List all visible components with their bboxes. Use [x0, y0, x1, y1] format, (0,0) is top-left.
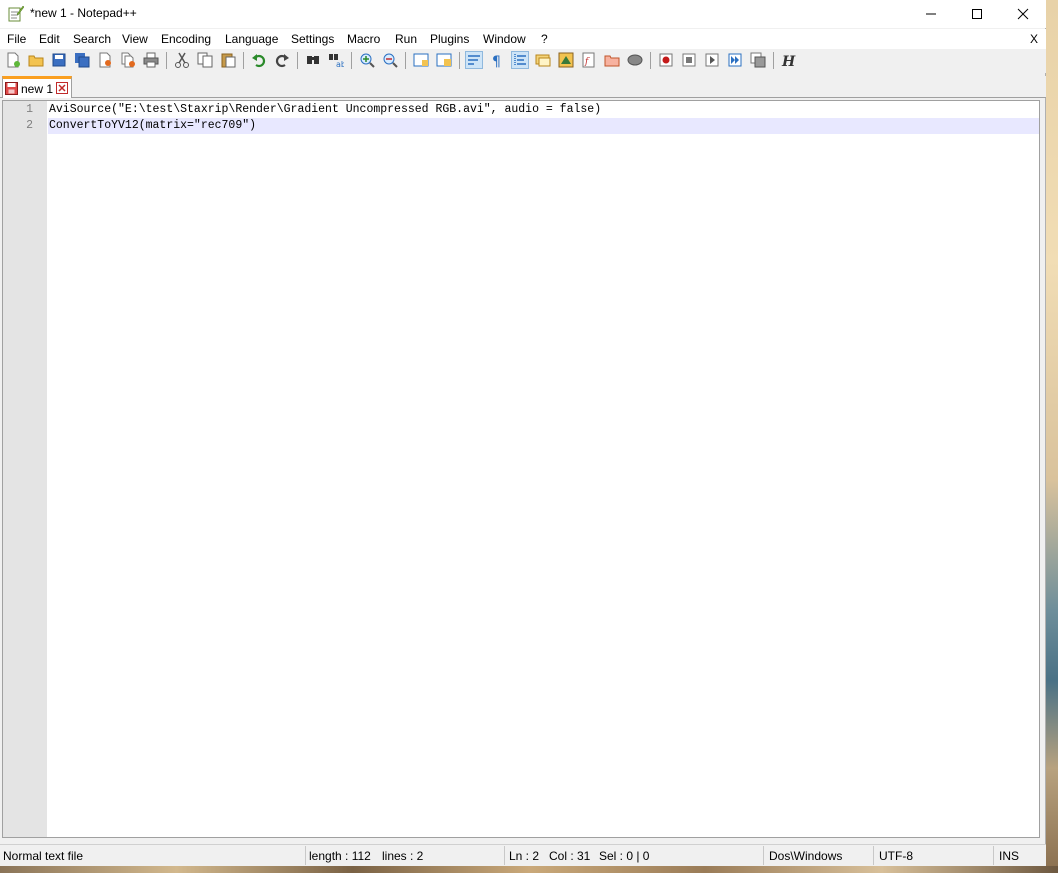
toolbar: ab ¶ f H	[0, 49, 1046, 73]
cut-icon[interactable]	[173, 51, 191, 69]
tab-new-1[interactable]: new 1	[2, 76, 72, 98]
status-divider	[305, 846, 306, 865]
text-editor[interactable]: 1 2 AviSource("E:\test\Staxrip\Render\Gr…	[2, 100, 1040, 838]
menu-help[interactable]: ?	[541, 32, 548, 46]
close-all-icon[interactable]	[119, 51, 137, 69]
replace-icon[interactable]: ab	[327, 51, 345, 69]
svg-text:ab: ab	[336, 60, 344, 68]
paste-icon[interactable]	[219, 51, 237, 69]
status-encoding[interactable]: UTF-8	[879, 849, 913, 863]
monitoring-icon[interactable]	[626, 51, 644, 69]
indent-guide-icon[interactable]	[511, 51, 529, 69]
menu-plugins[interactable]: Plugins	[430, 32, 469, 46]
status-selection: Sel : 0 | 0	[599, 849, 650, 863]
save-all-icon[interactable]	[73, 51, 91, 69]
close-window-button[interactable]	[1000, 0, 1046, 28]
menu-encoding[interactable]: Encoding	[161, 32, 211, 46]
menu-edit[interactable]: Edit	[39, 32, 60, 46]
code-line[interactable]: AviSource("E:\test\Staxrip\Render\Gradie…	[48, 102, 1039, 118]
toolbar-separator	[459, 52, 460, 69]
line-number: 1	[26, 103, 33, 116]
menu-file[interactable]: File	[7, 32, 26, 46]
print-icon[interactable]	[142, 51, 160, 69]
status-divider	[504, 846, 505, 865]
minimize-button[interactable]	[908, 0, 954, 28]
window-title: *new 1 - Notepad++	[30, 6, 137, 20]
menu-window[interactable]: Window	[483, 32, 526, 46]
doc-map-icon[interactable]	[557, 51, 575, 69]
function-list-icon[interactable]: f	[580, 51, 598, 69]
notepadpp-window: *new 1 - Notepad++ File Edit Search View…	[0, 0, 1046, 866]
close-file-icon[interactable]	[96, 51, 114, 69]
tab-label: new 1	[21, 82, 54, 96]
toolbar-separator	[243, 52, 244, 69]
status-column: Col : 31	[549, 849, 591, 863]
unsaved-file-icon	[5, 82, 18, 95]
play-macro-icon[interactable]	[703, 51, 721, 69]
menu-search[interactable]: Search	[73, 32, 111, 46]
find-icon[interactable]	[304, 51, 322, 69]
toolbar-separator	[773, 52, 774, 69]
status-divider	[993, 846, 994, 865]
status-eol[interactable]: Dos\Windows	[769, 849, 842, 863]
stop-record-icon[interactable]	[680, 51, 698, 69]
title-bar: *new 1 - Notepad++	[0, 0, 1046, 28]
toolbar-separator	[351, 52, 352, 69]
folder-as-workspace-icon[interactable]	[603, 51, 621, 69]
redo-icon[interactable]	[273, 51, 291, 69]
menu-bar: File Edit Search View Encoding Language …	[0, 29, 1046, 49]
show-all-chars-icon[interactable]: ¶	[488, 51, 506, 69]
svg-text:¶: ¶	[492, 54, 501, 68]
save-icon[interactable]	[50, 51, 68, 69]
status-line: Ln : 2	[509, 849, 540, 863]
menu-view[interactable]: View	[122, 32, 148, 46]
toolbar-separator	[297, 52, 298, 69]
status-file-type: Normal text file	[3, 849, 84, 863]
undo-icon[interactable]	[250, 51, 268, 69]
copy-icon[interactable]	[196, 51, 214, 69]
new-file-icon[interactable]	[4, 51, 22, 69]
toolbar-separator	[166, 52, 167, 69]
status-insert-mode[interactable]: INS	[999, 849, 1019, 863]
tab-bar: new 1	[0, 76, 1046, 98]
html-tag-icon[interactable]: H	[779, 51, 797, 69]
line-number-gutter: 1 2	[3, 101, 47, 837]
zoom-out-icon[interactable]	[381, 51, 399, 69]
menu-macro[interactable]: Macro	[347, 32, 380, 46]
status-lines: lines : 2	[382, 849, 424, 863]
notepadpp-app-icon	[8, 5, 24, 22]
menu-run[interactable]: Run	[395, 32, 417, 46]
status-divider	[763, 846, 764, 865]
toolbar-separator	[405, 52, 406, 69]
status-divider	[873, 846, 874, 865]
status-bar: Normal text file length : 112 lines : 2 …	[0, 844, 1046, 866]
desktop-background-bottom	[0, 866, 1058, 873]
close-icon	[1017, 8, 1029, 20]
maximize-button[interactable]	[954, 0, 1000, 28]
line-number: 2	[26, 119, 33, 132]
desktop-background	[1046, 0, 1058, 873]
user-lang-icon[interactable]	[534, 51, 552, 69]
toolbar-separator	[650, 52, 651, 69]
run-macro-multiple-icon[interactable]	[726, 51, 744, 69]
minimize-icon	[926, 13, 936, 15]
tab-close-icon[interactable]	[56, 82, 68, 94]
sync-vertical-icon[interactable]	[412, 51, 430, 69]
record-macro-icon[interactable]	[657, 51, 675, 69]
save-macro-icon[interactable]	[749, 51, 767, 69]
svg-text:H: H	[781, 54, 796, 68]
open-file-icon[interactable]	[27, 51, 45, 69]
status-length: length : 112	[309, 849, 371, 863]
menu-language[interactable]: Language	[225, 32, 278, 46]
menu-settings[interactable]: Settings	[291, 32, 334, 46]
close-document-button[interactable]: X	[1030, 32, 1038, 46]
sync-horizontal-icon[interactable]	[435, 51, 453, 69]
zoom-in-icon[interactable]	[358, 51, 376, 69]
code-line-current[interactable]: ConvertToYV12(matrix="rec709")	[48, 118, 1039, 134]
word-wrap-icon[interactable]	[465, 51, 483, 69]
maximize-icon	[972, 9, 982, 19]
